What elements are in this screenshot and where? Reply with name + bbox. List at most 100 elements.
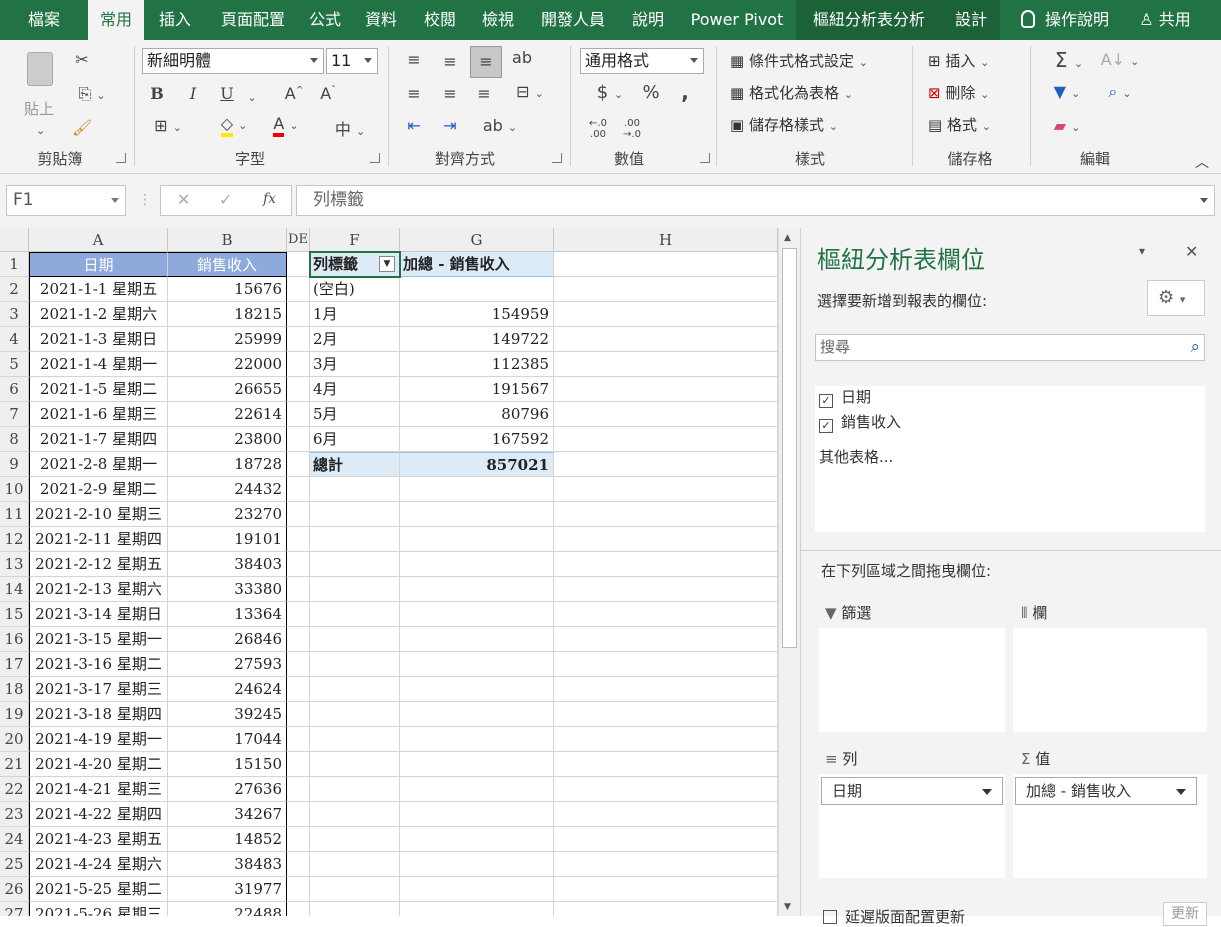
table-cell-revenue[interactable]: 38403: [168, 552, 287, 577]
pivot-row-value[interactable]: [400, 277, 554, 302]
row-header[interactable]: 21: [0, 752, 29, 777]
cell[interactable]: [310, 902, 400, 916]
table-cell-revenue[interactable]: 24432: [168, 477, 287, 502]
cell[interactable]: [400, 877, 554, 902]
defer-update-checkbox[interactable]: 延遲版面配置更新: [823, 906, 965, 927]
paste-button[interactable]: [20, 52, 60, 92]
row-header[interactable]: 15: [0, 602, 29, 627]
cell[interactable]: [400, 752, 554, 777]
table-cell-revenue[interactable]: 22488: [168, 902, 287, 916]
row-header[interactable]: 7: [0, 402, 29, 427]
cell[interactable]: [310, 527, 400, 552]
font-name-select[interactable]: 新細明體: [142, 48, 324, 74]
pivot-row-value[interactable]: 149722: [400, 327, 554, 352]
cell[interactable]: [287, 452, 310, 477]
row-header[interactable]: 27: [0, 902, 29, 916]
cell[interactable]: [310, 727, 400, 752]
field-item-date[interactable]: ✓ 日期: [819, 386, 871, 408]
scroll-down-icon[interactable]: ▼: [784, 902, 791, 912]
pivot-row-value[interactable]: 191567: [400, 377, 554, 402]
table-cell-revenue[interactable]: 38483: [168, 852, 287, 877]
field-item-revenue[interactable]: ✓ 銷售收入: [819, 411, 901, 433]
cell[interactable]: [287, 777, 310, 802]
pivot-total-value[interactable]: 857021: [400, 452, 554, 477]
scrollbar-thumb[interactable]: [782, 248, 797, 648]
bold-button[interactable]: B: [148, 84, 166, 103]
autosum-icon[interactable]: Σ ⌄: [1044, 48, 1094, 72]
insert-cells-button[interactable]: ⊞ 插入 ⌄: [928, 50, 989, 71]
more-tables-link[interactable]: 其他表格...: [819, 446, 893, 467]
cell[interactable]: [287, 902, 310, 916]
pivot-row-label[interactable]: 5月: [310, 402, 400, 427]
row-header[interactable]: 20: [0, 727, 29, 752]
cell[interactable]: [287, 827, 310, 852]
cell[interactable]: [400, 627, 554, 652]
cell[interactable]: [554, 777, 778, 802]
column-header-f[interactable]: F: [310, 228, 400, 252]
pivot-row-label[interactable]: 3月: [310, 352, 400, 377]
table-cell-date[interactable]: 2021-3-16 星期二: [29, 652, 168, 677]
increase-decimal-icon[interactable]: ←.0.00: [586, 118, 610, 140]
pivot-row-label[interactable]: 1月: [310, 302, 400, 327]
decrease-indent-icon[interactable]: ⇤: [402, 116, 426, 135]
table-cell-date[interactable]: 2021-1-6 星期三: [29, 402, 168, 427]
row-header[interactable]: 17: [0, 652, 29, 677]
cell[interactable]: [554, 727, 778, 752]
cell[interactable]: [400, 652, 554, 677]
table-cell-date[interactable]: 2021-4-24 星期六: [29, 852, 168, 877]
table-header-revenue[interactable]: 銷售收入: [168, 252, 287, 277]
cell[interactable]: [310, 677, 400, 702]
cell[interactable]: [287, 477, 310, 502]
cell[interactable]: [287, 677, 310, 702]
cell[interactable]: [287, 277, 310, 302]
cell[interactable]: [310, 627, 400, 652]
row-header[interactable]: 23: [0, 802, 29, 827]
table-cell-revenue[interactable]: 17044: [168, 727, 287, 752]
table-cell-date[interactable]: 2021-1-5 星期二: [29, 377, 168, 402]
row-header[interactable]: 18: [0, 677, 29, 702]
close-icon[interactable]: ✕: [1185, 242, 1198, 261]
table-cell-date[interactable]: 2021-4-23 星期五: [29, 827, 168, 852]
table-cell-revenue[interactable]: 39245: [168, 702, 287, 727]
cell[interactable]: [287, 627, 310, 652]
scroll-up-icon[interactable]: ▲: [784, 233, 791, 243]
vertical-scrollbar[interactable]: ▲ ▼: [778, 228, 800, 916]
table-cell-date[interactable]: 2021-4-20 星期二: [29, 752, 168, 777]
table-cell-revenue[interactable]: 22000: [168, 352, 287, 377]
table-cell-date[interactable]: 2021-2-8 星期一: [29, 452, 168, 477]
cell[interactable]: [400, 677, 554, 702]
column-header-g[interactable]: G: [400, 228, 554, 252]
table-cell-date[interactable]: 2021-1-3 星期日: [29, 327, 168, 352]
values-field-pill[interactable]: 加總 - 銷售收入: [1015, 777, 1197, 805]
align-left-icon[interactable]: ≡: [404, 84, 424, 103]
tab-formulas[interactable]: 公式: [300, 0, 350, 40]
table-cell-date[interactable]: 2021-4-22 星期四: [29, 802, 168, 827]
phonetic-icon[interactable]: 中 ⌄: [328, 116, 372, 140]
cell[interactable]: [400, 702, 554, 727]
table-cell-date[interactable]: 2021-1-4 星期一: [29, 352, 168, 377]
table-cell-date[interactable]: 2021-3-14 星期日: [29, 602, 168, 627]
orientation-icon[interactable]: ab ⌄: [478, 116, 522, 135]
row-header[interactable]: 11: [0, 502, 29, 527]
table-cell-revenue[interactable]: 27636: [168, 777, 287, 802]
pivot-row-value[interactable]: 167592: [400, 427, 554, 452]
row-header[interactable]: 26: [0, 877, 29, 902]
font-size-select[interactable]: 11: [326, 48, 378, 74]
cell[interactable]: [554, 352, 778, 377]
tab-pivot-analyze[interactable]: 樞紐分析表分析: [796, 0, 942, 40]
checkbox-icon[interactable]: [823, 910, 837, 924]
insert-function-icon[interactable]: fx: [263, 191, 276, 207]
table-cell-revenue[interactable]: 18215: [168, 302, 287, 327]
comma-icon[interactable]: ,: [676, 80, 694, 104]
table-cell-revenue[interactable]: 27593: [168, 652, 287, 677]
cell[interactable]: [310, 652, 400, 677]
cell[interactable]: [554, 577, 778, 602]
cell[interactable]: [554, 277, 778, 302]
table-cell-date[interactable]: 2021-4-21 星期三: [29, 777, 168, 802]
row-header[interactable]: 8: [0, 427, 29, 452]
pivot-row-value[interactable]: 112385: [400, 352, 554, 377]
cell[interactable]: [400, 577, 554, 602]
cell[interactable]: [310, 827, 400, 852]
column-header-a[interactable]: A: [29, 228, 168, 252]
table-header-date[interactable]: 日期: [29, 252, 168, 277]
